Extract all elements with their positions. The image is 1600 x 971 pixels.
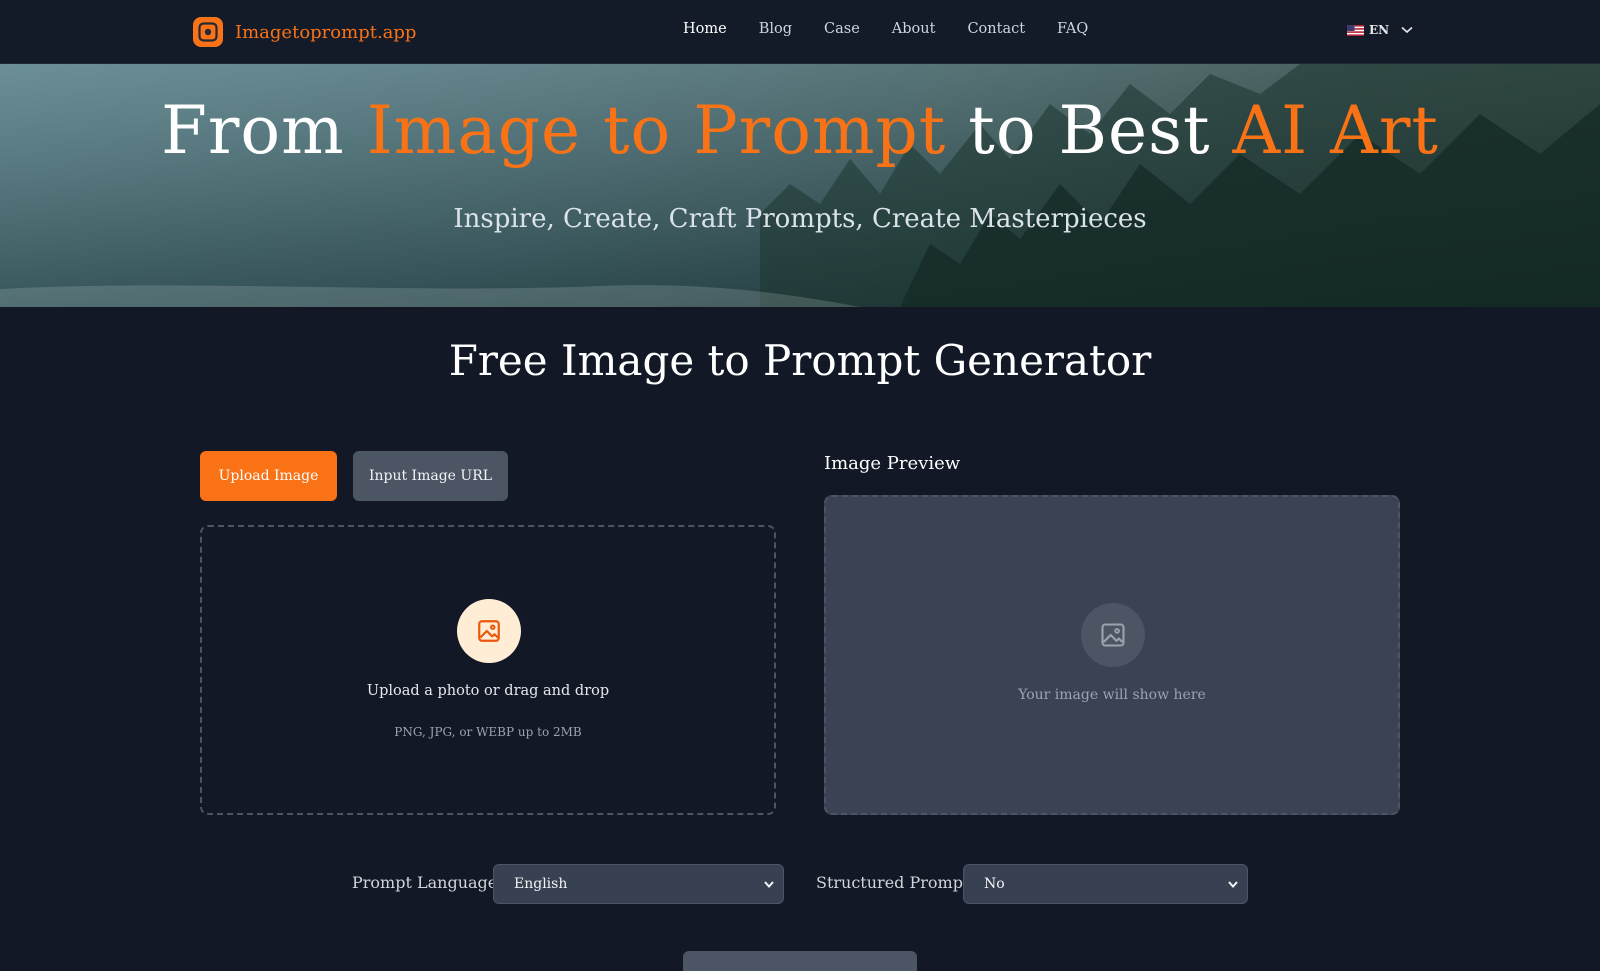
nav-contact[interactable]: Contact xyxy=(967,21,1025,37)
upload-image-tab[interactable]: Upload Image xyxy=(200,451,337,501)
upload-icon-circle xyxy=(457,599,521,663)
generate-prompt-button[interactable] xyxy=(683,951,917,971)
language-label: EN xyxy=(1369,23,1390,37)
hero-title: From Image to Prompt to Best AI Art xyxy=(161,92,1439,169)
chevron-down-icon xyxy=(1228,881,1238,889)
preview-placeholder: Your image will show here xyxy=(1018,687,1206,703)
main-nav: Home Blog Case About Contact FAQ xyxy=(683,21,1120,37)
nav-case[interactable]: Case xyxy=(824,21,860,37)
preview-icon-circle xyxy=(1081,603,1145,667)
hero-banner: From Image to Prompt to Best AI Art Insp… xyxy=(0,64,1600,307)
structured-prompt-value: No xyxy=(984,876,1005,892)
nav-home[interactable]: Home xyxy=(683,21,727,37)
us-flag-icon xyxy=(1347,24,1364,36)
upload-file-hint: PNG, JPG, or WEBP up to 2MB xyxy=(394,725,582,739)
nav-blog[interactable]: Blog xyxy=(759,21,792,37)
page-title: Free Image to Prompt Generator xyxy=(448,336,1152,385)
upload-instructions: Upload a photo or drag and drop xyxy=(366,683,610,699)
logo-text: Imagetoprompt.app xyxy=(235,21,417,43)
prompt-language-select[interactable]: English xyxy=(493,864,784,904)
image-icon xyxy=(478,620,500,642)
logo[interactable]: Imagetoprompt.app xyxy=(193,17,416,47)
preview-heading: Image Preview xyxy=(824,453,961,474)
hero-subtitle: Inspire, Create, Craft Prompts, Create M… xyxy=(453,204,1147,234)
input-image-url-tab[interactable]: Input Image URL xyxy=(353,451,508,501)
structured-prompt-select[interactable]: No xyxy=(963,864,1248,904)
chevron-down-icon xyxy=(1401,26,1413,34)
prompt-language-value: English xyxy=(514,876,568,892)
structured-prompt-label: Structured Prompt xyxy=(816,873,970,892)
upload-dropzone[interactable]: Upload a photo or drag and drop PNG, JPG… xyxy=(200,525,776,815)
chevron-down-icon xyxy=(764,881,774,889)
prompt-language-label: Prompt Language xyxy=(352,873,498,892)
logo-icon xyxy=(193,17,223,47)
nav-about[interactable]: About xyxy=(892,21,936,37)
nav-faq[interactable]: FAQ xyxy=(1057,21,1088,37)
top-navbar: Imagetoprompt.app Home Blog Case About C… xyxy=(0,0,1600,64)
image-preview-panel: Your image will show here xyxy=(824,495,1400,815)
image-icon xyxy=(1101,623,1125,647)
language-selector[interactable]: EN xyxy=(1347,23,1413,37)
